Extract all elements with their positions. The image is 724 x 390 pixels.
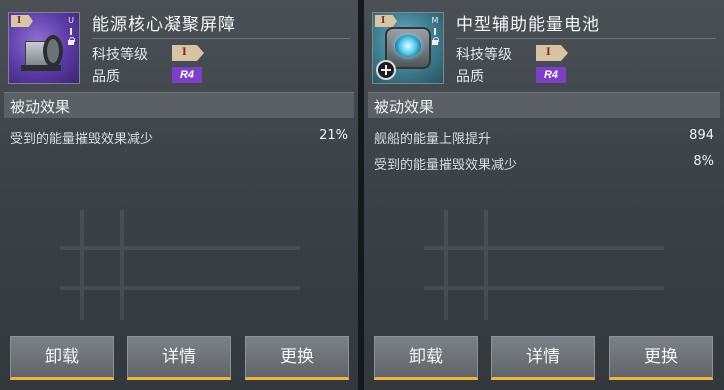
section-title: 被动效果 xyxy=(374,98,435,116)
tech-level-badge: I xyxy=(536,45,568,61)
effect-label: 舰船的能量上限提升 xyxy=(374,132,492,147)
effect-label: 受到的能量摧毁效果减少 xyxy=(10,132,154,147)
lock-icon xyxy=(67,37,75,45)
effect-row: 舰船的能量上限提升 894 xyxy=(372,124,716,150)
unequip-button[interactable]: 卸载 xyxy=(374,336,478,380)
section-title: 被动效果 xyxy=(10,98,71,116)
divider xyxy=(92,38,350,39)
module-name: 能源核心凝聚屏障 xyxy=(92,15,236,35)
effect-label: 受到的能量摧毁效果减少 xyxy=(374,158,518,173)
tech-level-badge: I xyxy=(172,45,204,61)
unequip-button[interactable]: 卸载 xyxy=(10,336,114,380)
passive-effects-header: 被动效果 xyxy=(4,92,354,118)
effect-row: 受到的能量摧毁效果减少 21% xyxy=(8,124,350,150)
effect-row: 受到的能量摧毁效果减少 8% xyxy=(372,150,716,176)
module-panel-left: I U 能源核心凝聚屏障 科技等级 I 品质 R4 被动效果 受到的能量摧毁效果… xyxy=(0,0,358,390)
tech-level-label: 科技等级 xyxy=(456,47,512,63)
module-panel-right: I M 中型辅助能量电池 科技等级 I 品质 R4 被动效果 舰船的能量上限提升… xyxy=(364,0,724,390)
effect-value: 894 xyxy=(689,128,714,143)
passive-effects-header: 被动效果 xyxy=(368,92,720,118)
slot-indicator: U xyxy=(66,16,76,45)
details-button[interactable]: 详情 xyxy=(491,336,595,380)
slot-bar xyxy=(70,28,72,35)
background-watermark xyxy=(60,210,300,320)
effect-value: 21% xyxy=(319,128,348,143)
quality-label: 品质 xyxy=(92,69,120,85)
effects-list: 舰船的能量上限提升 894 受到的能量摧毁效果减少 8% xyxy=(372,124,716,176)
divider xyxy=(456,38,716,39)
add-circle-icon xyxy=(376,60,396,80)
module-icon-tile[interactable]: I U xyxy=(8,12,80,84)
effects-list: 受到的能量摧毁效果减少 21% xyxy=(8,124,350,150)
replace-button[interactable]: 更换 xyxy=(609,336,713,380)
background-watermark xyxy=(424,210,664,320)
effect-value: 8% xyxy=(693,154,714,169)
module-header: I M 中型辅助能量电池 科技等级 I 品质 R4 xyxy=(372,8,716,90)
energy-core-generator-icon xyxy=(21,31,65,73)
tech-level-label: 科技等级 xyxy=(92,47,148,63)
details-button[interactable]: 详情 xyxy=(127,336,231,380)
quality-badge: R4 xyxy=(536,67,566,83)
slot-letter: U xyxy=(68,16,74,25)
replace-button[interactable]: 更换 xyxy=(245,336,349,380)
module-header: I U 能源核心凝聚屏障 科技等级 I 品质 R4 xyxy=(8,8,350,90)
module-icon-tile[interactable]: I M xyxy=(372,12,444,84)
quality-label: 品质 xyxy=(456,69,484,85)
tier-badge: I xyxy=(11,15,33,27)
quality-badge: R4 xyxy=(172,67,202,83)
module-name: 中型辅助能量电池 xyxy=(456,15,600,35)
